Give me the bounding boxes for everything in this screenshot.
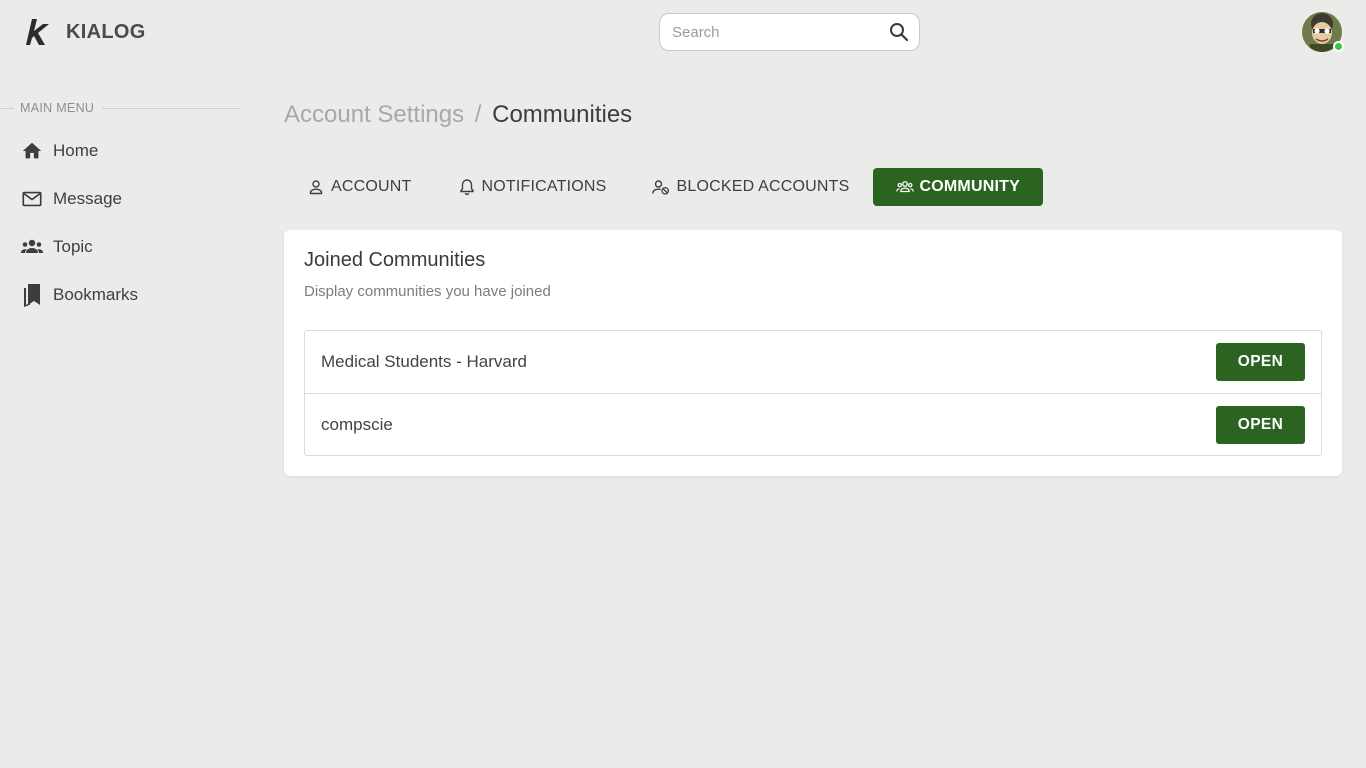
open-community-button[interactable]: OPEN bbox=[1216, 405, 1305, 444]
user-avatar[interactable] bbox=[1302, 12, 1344, 52]
person-icon bbox=[307, 178, 325, 196]
search-box[interactable] bbox=[659, 13, 920, 51]
tab-label: COMMUNITY bbox=[919, 178, 1020, 195]
main-menu-label: MAIN MENU bbox=[20, 101, 95, 115]
breadcrumb-separator: / bbox=[474, 101, 482, 128]
sidebar-item-home[interactable]: Home bbox=[20, 131, 138, 171]
card-title: Joined Communities bbox=[304, 249, 486, 271]
sidebar-item-label: Bookmarks bbox=[53, 285, 139, 304]
tab-community[interactable]: COMMUNITY bbox=[872, 168, 1043, 206]
online-status-dot bbox=[1333, 41, 1344, 52]
settings-tabs: ACCOUNT NOTIFICATIONS BLOCKED ACCOUNTS C… bbox=[284, 168, 1043, 206]
joined-communities-card: Joined Communities Display communities y… bbox=[284, 230, 1342, 476]
community-name: Medical Students - Harvard bbox=[321, 352, 527, 371]
tab-notifications[interactable]: NOTIFICATIONS bbox=[435, 168, 630, 206]
page-title: Communities bbox=[492, 101, 633, 128]
community-name: compscie bbox=[321, 414, 393, 434]
mail-icon bbox=[20, 187, 44, 211]
group-icon bbox=[895, 178, 914, 196]
kialog-logo-icon bbox=[26, 19, 49, 45]
community-list: Medical Students - Harvard OPEN compscie… bbox=[304, 330, 1322, 456]
tab-label: NOTIFICATIONS bbox=[481, 178, 607, 195]
list-item: Medical Students - Harvard OPEN bbox=[305, 331, 1321, 393]
card-subtitle: Display communities you have joined bbox=[304, 283, 551, 300]
open-community-button[interactable]: OPEN bbox=[1216, 343, 1305, 381]
breadcrumb: Account Settings / Communities bbox=[284, 101, 632, 129]
main-menu-heading: MAIN MENU bbox=[0, 101, 240, 115]
home-icon bbox=[20, 139, 44, 163]
sidebar-item-topic[interactable]: Topic bbox=[20, 227, 138, 267]
brand-name: KIALOG bbox=[66, 20, 146, 43]
sidebar-item-label: Home bbox=[53, 141, 99, 160]
person-blocked-icon bbox=[652, 178, 670, 196]
sidebar-nav: Home Message Topic Bookmarks bbox=[20, 131, 138, 323]
sidebar-item-label: Message bbox=[53, 189, 122, 208]
tab-label: ACCOUNT bbox=[331, 178, 412, 195]
search-input[interactable] bbox=[672, 23, 889, 41]
bookmarks-icon bbox=[20, 283, 44, 307]
tab-account[interactable]: ACCOUNT bbox=[284, 168, 435, 206]
search-icon[interactable] bbox=[889, 22, 909, 42]
breadcrumb-parent[interactable]: Account Settings bbox=[284, 101, 464, 128]
brand-logo[interactable]: KIALOG bbox=[26, 17, 146, 47]
group-icon bbox=[20, 235, 44, 259]
list-item: compscie OPEN bbox=[305, 393, 1321, 455]
tab-label: BLOCKED ACCOUNTS bbox=[676, 178, 850, 195]
sidebar-item-message[interactable]: Message bbox=[20, 179, 138, 219]
tab-blocked-accounts[interactable]: BLOCKED ACCOUNTS bbox=[629, 168, 872, 206]
sidebar-item-label: Topic bbox=[53, 237, 93, 256]
sidebar-item-bookmarks[interactable]: Bookmarks bbox=[20, 275, 138, 315]
bell-icon bbox=[458, 178, 476, 196]
